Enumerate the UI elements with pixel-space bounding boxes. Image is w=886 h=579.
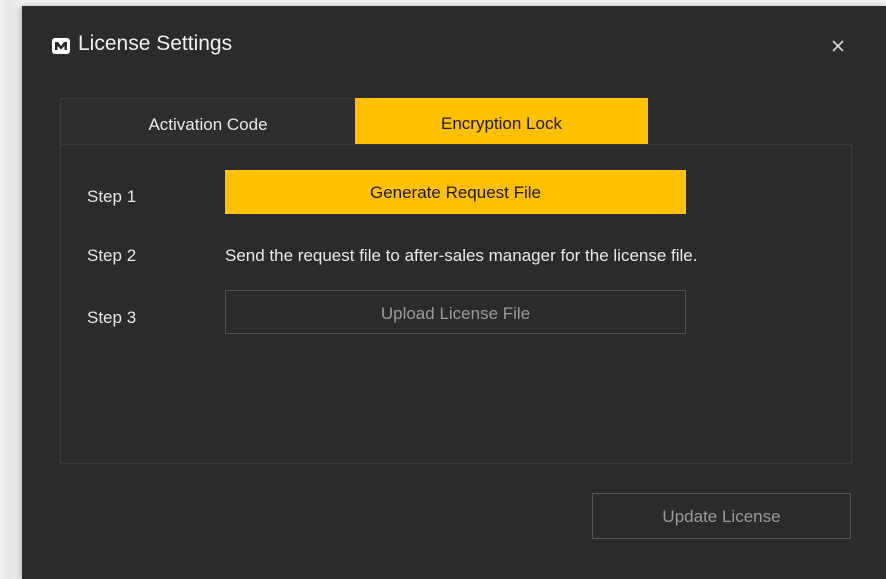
step-3-label: Step 3	[87, 308, 137, 327]
tab-encryption-lock[interactable]: Encryption Lock	[355, 98, 648, 144]
generate-request-file-button[interactable]: Generate Request File	[225, 170, 686, 214]
tab-activation-code[interactable]: Activation Code	[60, 98, 355, 145]
upload-license-file-button[interactable]: Upload License File	[225, 290, 686, 334]
license-settings-dialog: License Settings Activation Code Encrypt…	[22, 6, 886, 579]
encryption-lock-panel: Step 1 Generate Request File Step 2 Send…	[60, 144, 852, 464]
brand-m-logo-icon	[52, 38, 70, 54]
dialog-title: License Settings	[78, 32, 233, 55]
close-button[interactable]	[824, 32, 852, 60]
license-tabs: Activation Code Encryption Lock	[60, 98, 850, 145]
title-bar: License Settings	[22, 6, 886, 86]
close-icon	[832, 40, 844, 52]
step-2-instruction: Send the request file to after-sales man…	[225, 246, 698, 265]
step-2-label: Step 2	[87, 246, 137, 265]
update-license-button[interactable]: Update License	[592, 493, 851, 539]
step-1-label: Step 1	[87, 187, 137, 206]
